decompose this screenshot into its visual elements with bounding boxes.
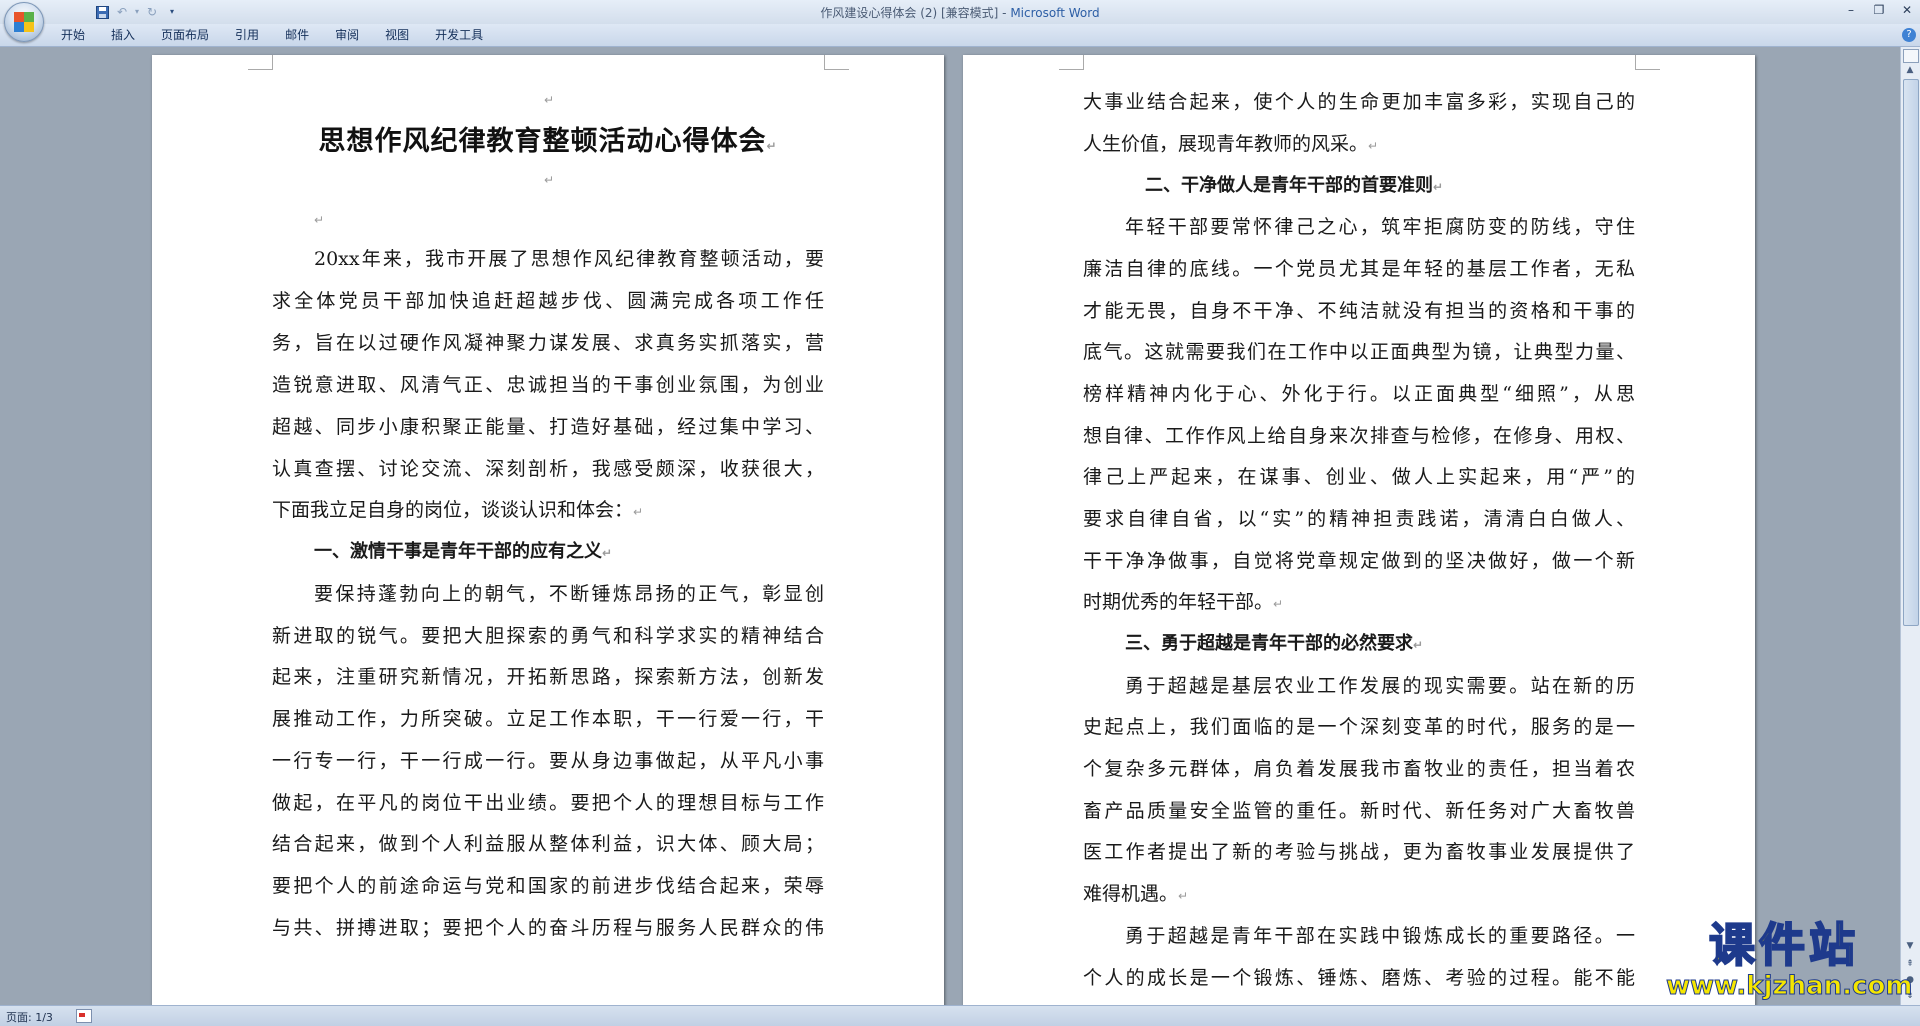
body-line: 律己上严起来，在谋事、创业、做人上实起来，用“严”的 xyxy=(1083,466,1635,488)
title-bar: ↶ ▾ ↻ ▾ 作风建设心得体会 (2) [兼容模式] - Microsoft … xyxy=(0,0,1920,25)
body-line: 结合起来，做到个人利益服从整体利益，识大体、顾大局； xyxy=(272,833,824,855)
tab-insert[interactable]: 插入 xyxy=(98,24,148,46)
body-line: 时期优秀的年轻干部。↵ xyxy=(1083,591,1284,613)
body-line: 要保持蓬勃向上的朝气，不断锤炼昂扬的正气，彰显创 xyxy=(314,583,824,605)
body-line: 榜样精神内化于心、外化于行。以正面典型“细照”，从思 xyxy=(1083,383,1635,405)
document-page-1[interactable]: ↵ 思想作风纪律教育整顿活动心得体会↵ ↵ ↵ 20xx年来，我市开展了思想作风… xyxy=(152,55,944,1005)
body-line: 勇于超越是基层农业工作发展的现实需要。站在新的历 xyxy=(1125,675,1635,697)
watermark-title: 课件站 xyxy=(1708,917,1859,973)
tab-developer[interactable]: 开发工具 xyxy=(422,24,496,46)
close-icon[interactable]: ✕ xyxy=(1900,2,1914,18)
body-line: 年轻干部要常怀律己之心，筑牢拒腐防变的防线，守住 xyxy=(1125,216,1635,238)
help-icon[interactable]: ? xyxy=(1902,28,1916,42)
watermark-url: www.kjzhan.com xyxy=(1666,971,1913,1001)
document-workspace: ↵ 思想作风纪律教育整顿活动心得体会↵ ↵ ↵ 20xx年来，我市开展了思想作风… xyxy=(0,47,1900,1005)
view-ruler-icon[interactable] xyxy=(1903,49,1919,63)
crop-mark-top-left xyxy=(248,55,273,70)
section-heading-3: 三、勇于超越是青年干部的必然要求↵ xyxy=(1125,633,1424,654)
body-line: 大事业结合起来，使个人的生命更加丰富多彩，实现自己的 xyxy=(1083,91,1635,113)
crop-mark-top-left xyxy=(1059,55,1084,70)
status-page-count[interactable]: 页面: 1/3 xyxy=(6,1009,53,1025)
minimize-icon[interactable]: – xyxy=(1844,2,1858,18)
scroll-up-icon[interactable]: ▲ xyxy=(1903,63,1917,77)
crop-mark-top-right xyxy=(824,55,849,70)
vertical-scrollbar[interactable]: ▲ ▼ ⇞ ● ⇟ xyxy=(1900,47,1920,1005)
previous-page-icon[interactable]: ⇞ xyxy=(1903,957,1917,971)
paragraph-mark: ↵ xyxy=(544,173,555,187)
section-heading-2: 二、干净做人是青年干部的首要准则↵ xyxy=(1145,175,1444,196)
body-line: 一行专一行，干一行成一行。要从身边事做起，从平凡小事 xyxy=(272,750,824,772)
scrollbar-thumb[interactable] xyxy=(1903,79,1919,626)
section-heading-1: 一、激情干事是青年干部的应有之义↵ xyxy=(314,541,613,562)
tab-view[interactable]: 视图 xyxy=(372,24,422,46)
window-title-app: Microsoft Word xyxy=(1010,6,1100,20)
tab-references[interactable]: 引用 xyxy=(222,24,272,46)
body-line: 要把个人的前途命运与党和国家的前进步伐结合起来，荣辱 xyxy=(272,875,824,897)
body-line: 新进取的锐气。要把大胆探索的勇气和科学求实的精神结合 xyxy=(272,625,824,647)
body-line: 底气。这就需要我们在工作中以正面典型为镜，让典型力量、 xyxy=(1083,341,1635,363)
body-line: 与共、拼搏进取；要把个人的奋斗历程与服务人民群众的伟 xyxy=(272,917,824,939)
body-line: 干干净净做事，自觉将党章规定做到的坚决做好，做一个新 xyxy=(1083,550,1635,572)
window-title-document: 作风建设心得体会 (2) [兼容模式] - xyxy=(820,6,1011,20)
tab-mailings[interactable]: 邮件 xyxy=(272,24,322,46)
body-line: 畜产品质量安全监管的重任。新时代、新任务对广大畜牧兽 xyxy=(1083,800,1635,822)
window-title: 作风建设心得体会 (2) [兼容模式] - Microsoft Word xyxy=(0,4,1920,21)
document-title: 思想作风纪律教育整顿活动心得体会↵ xyxy=(318,126,778,157)
office-logo-icon xyxy=(14,12,34,32)
paragraph-mark: ↵ xyxy=(314,213,325,227)
body-line: 展推动工作，力所突破。立足工作本职，干一行爱一行，干 xyxy=(272,708,824,730)
body-line: 个人的成长是一个锻炼、锤炼、磨炼、考验的过程。能不能 xyxy=(1083,967,1635,989)
body-line: 个复杂多元群体，肩负着发展我市畜牧业的责任，担当着农 xyxy=(1083,758,1635,780)
body-line: 超越、同步小康积聚正能量、打造好基础，经过集中学习、 xyxy=(272,416,824,438)
body-line: 造锐意进取、风清气正、忠诚担当的干事创业氛围，为创业 xyxy=(272,374,824,396)
body-line: 下面我立足自身的岗位，谈谈认识和体会：↵ xyxy=(272,499,644,521)
body-line: 求全体党员干部加快追赶超越步伐、圆满完成各项工作任 xyxy=(272,290,824,312)
tab-page-layout[interactable]: 页面布局 xyxy=(148,24,222,46)
body-line: 20xx年来，我市开展了思想作风纪律教育整顿活动，要 xyxy=(314,248,824,270)
crop-mark-top-right xyxy=(1635,55,1660,70)
body-line: 人生价值，展现青年教师的风采。↵ xyxy=(1083,133,1379,155)
body-line: 才能无畏，自身不干净、不纯洁就没有担当的资格和干事的 xyxy=(1083,300,1635,322)
body-line: 勇于超越是青年干部在实践中锻炼成长的重要路径。一 xyxy=(1125,925,1635,947)
body-line: 廉洁自律的底线。一个党员尤其是年轻的基层工作者，无私 xyxy=(1083,258,1635,280)
body-line: 难得机遇。↵ xyxy=(1083,883,1189,905)
body-line: 想自律、工作作风上给自身来次排查与检修，在修身、用权、 xyxy=(1083,425,1635,447)
status-bar: 页面: 1/3 xyxy=(0,1005,1920,1026)
document-page-2[interactable]: 大事业结合起来，使个人的生命更加丰富多彩，实现自己的 人生价值，展现青年教师的风… xyxy=(963,55,1755,1005)
body-line: 起来，注重研究新情况，开拓新思路，探索新方法，创新发 xyxy=(272,666,824,688)
tab-home[interactable]: 开始 xyxy=(48,24,98,46)
body-line: 做起，在平凡的岗位干出业绩。要把个人的理想目标与工作 xyxy=(272,792,824,814)
paragraph-mark: ↵ xyxy=(544,93,555,107)
body-line: 务，旨在以过硬作风凝神聚力谋发展、求真务实抓落实，营 xyxy=(272,332,824,354)
body-line: 要求自律自省，以“实”的精神担责践诺，清清白白做人、 xyxy=(1083,508,1635,530)
body-line: 认真查摆、讨论交流、深刻剖析，我感受颇深，收获很大， xyxy=(272,458,824,480)
proofing-icon[interactable] xyxy=(76,1009,92,1023)
tab-review[interactable]: 审阅 xyxy=(322,24,372,46)
window-controls: – ❐ ✕ xyxy=(1844,2,1914,18)
watermark-logo: 课件站 www.kjzhan.com xyxy=(1666,917,1913,1006)
body-line: 医工作者提出了新的考验与挑战，更为畜牧事业发展提供了 xyxy=(1083,841,1635,863)
office-button[interactable] xyxy=(4,2,44,42)
scroll-down-icon[interactable]: ▼ xyxy=(1903,939,1917,953)
ribbon-tab-bar: 开始 插入 页面布局 引用 邮件 审阅 视图 开发工具 ? xyxy=(0,24,1920,47)
body-line: 史起点上，我们面临的是一个深刻变革的时代，服务的是一 xyxy=(1083,716,1635,738)
restore-icon[interactable]: ❐ xyxy=(1872,2,1886,18)
